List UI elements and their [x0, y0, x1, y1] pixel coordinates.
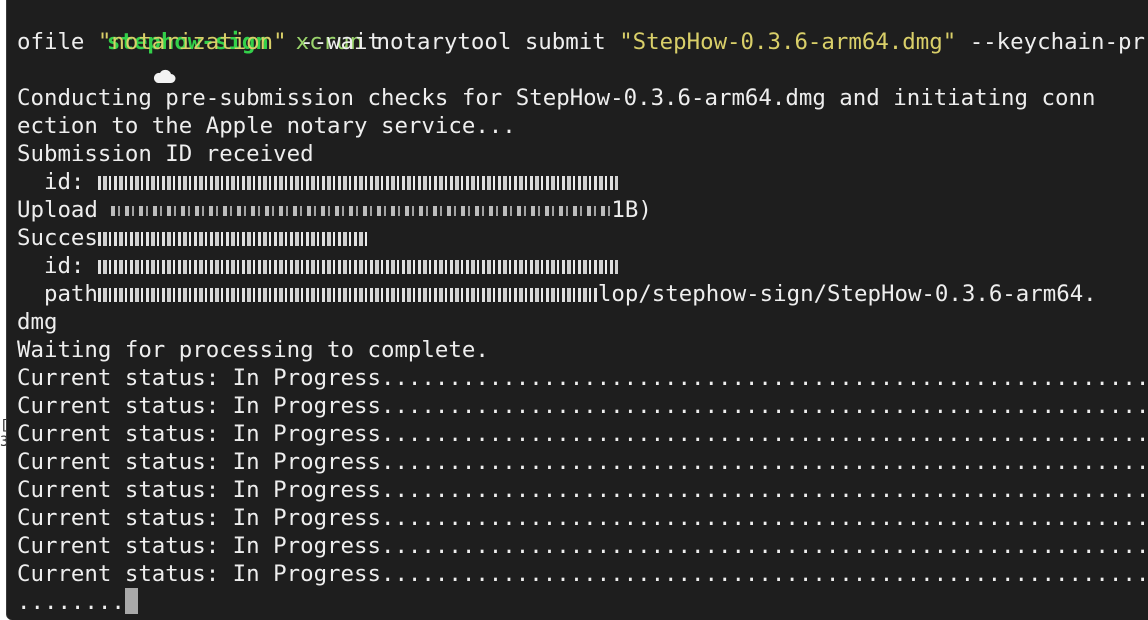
success-line: Succes: [17, 224, 368, 252]
status-line: Current status: In Progress.............…: [17, 505, 1148, 531]
upload-tail: 1B): [611, 197, 652, 223]
last-dots: ........: [17, 589, 125, 615]
upload-line: Upload 1B): [17, 196, 652, 224]
prompt-dmg-arg: "StepHow-0.3.6-arm64.dmg": [619, 29, 957, 55]
prompt-wait-flag: --wait: [300, 29, 381, 55]
path-line: path lop/stephow-sign/StepHow-0.3.6-arm64…: [17, 280, 1097, 308]
redacted-upload-progress: [111, 205, 612, 216]
last-dots-line: ........: [17, 587, 138, 616]
status-line: Current status: In Progress.............…: [17, 421, 1148, 447]
terminal-window[interactable]: stephow-sign xcrun notarytool submit "St…: [6, 0, 1148, 620]
id-label: id:: [17, 169, 98, 195]
path-label: path: [17, 281, 98, 307]
redacted-success-text: [97, 231, 368, 246]
redacted-path: [97, 287, 598, 302]
status-line: Current status: In Progress.............…: [17, 393, 1148, 419]
prompt-line: stephow-sign xcrun notarytool submit "St…: [17, 0, 1145, 83]
terminal-cursor: [124, 587, 138, 614]
submission-id-line: id:: [17, 168, 618, 196]
redacted-id: [97, 175, 618, 190]
status-line: Current status: In Progress.............…: [17, 449, 1148, 475]
status-line: Current status: In Progress.............…: [17, 561, 1148, 587]
success-label: Succes: [17, 225, 98, 251]
path-line-continued: dmg: [17, 309, 58, 335]
prompt-line-continued: ofile "notarization" --wait: [17, 28, 381, 56]
prompt-keychain-flag-cont: ofile: [17, 29, 85, 55]
waiting-line: Waiting for processing to complete.: [17, 337, 489, 363]
prompt-args: notarytool submit: [376, 29, 606, 55]
submission-received-line: Submission ID received: [17, 141, 314, 167]
redacted-id-2: [97, 259, 618, 274]
checks-line-1: Conducting pre-submission checks for Ste…: [17, 85, 1096, 111]
submission-id-line-2: id:: [17, 252, 618, 280]
status-line: Current status: In Progress.............…: [17, 365, 1148, 391]
checks-line-2: ection to the Apple notary service...: [17, 113, 516, 139]
prompt-keychain-flag: --keychain-pr: [969, 29, 1145, 55]
upload-label: Upload: [17, 197, 112, 223]
status-line: Current status: In Progress.............…: [17, 533, 1148, 559]
status-line: Current status: In Progress.............…: [17, 477, 1148, 503]
path-tail: lop/stephow-sign/StepHow-0.3.6-arm64.: [597, 281, 1097, 307]
id-label-2: id:: [17, 253, 98, 279]
prompt-profile-arg: "notarization": [97, 29, 287, 55]
